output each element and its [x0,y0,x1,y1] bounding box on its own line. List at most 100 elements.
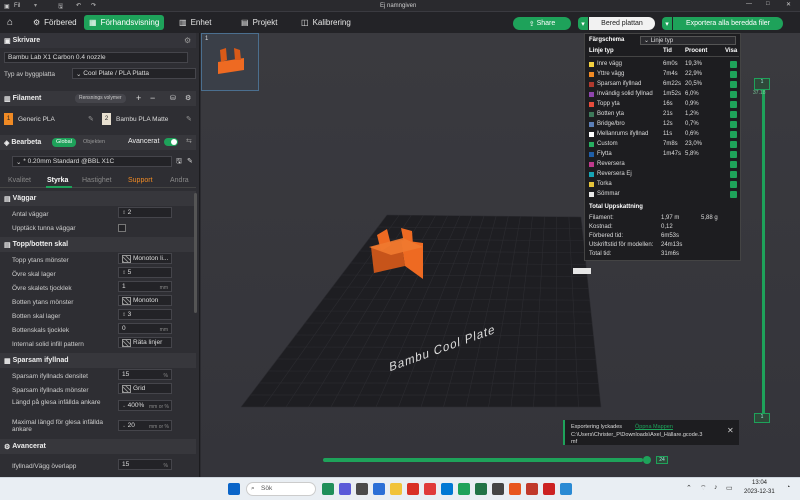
tab-strength[interactable]: Styrka [47,177,68,184]
remove-filament-icon[interactable]: − [150,93,155,103]
save-icon[interactable]: 🖫 [58,2,63,12]
top-pattern-select[interactable]: Monoton li... [118,253,172,264]
printer-select[interactable]: Bambu Lab X1 Carbon 0.4 nozzle [4,52,188,63]
tab-quality[interactable]: Kvalitet [8,177,31,184]
visible-checkbox[interactable] [730,191,737,198]
overlap-input[interactable]: 15% [118,459,172,470]
visible-checkbox[interactable] [730,111,737,118]
wall-count-input[interactable]: ⇕ 2 [118,207,172,218]
filament-slot-2[interactable]: 2 Bambu PLA Matte ✎ [102,113,196,126]
export-all-button[interactable]: Exportera alla beredda filer [673,17,783,30]
home-button[interactable]: ⌂ [2,15,18,30]
filament-color-swatch[interactable]: 1 [4,113,13,125]
pdf-icon[interactable] [543,483,555,495]
tab-support[interactable]: Support [128,177,153,184]
layer-slider-bottom-handle[interactable]: 1 [754,413,770,423]
teams-icon[interactable] [339,483,351,495]
edge-icon[interactable] [560,483,572,495]
minimize-icon[interactable]: — [746,1,752,7]
app-icon[interactable] [373,483,385,495]
color-scheme-select[interactable]: ⌄ Linje typ [640,36,736,45]
visible-checkbox[interactable] [730,61,737,68]
close-icon[interactable]: ✕ [786,1,791,8]
slice-plate-button[interactable]: Bered plattan [589,17,655,30]
edit-icon[interactable]: ✎ [88,115,94,123]
visible-checkbox[interactable] [730,91,737,98]
app-icon[interactable] [322,483,334,495]
start-icon[interactable] [228,483,240,495]
sidebar-scrollbar[interactable] [194,193,197,313]
printer-settings-icon[interactable]: ⚙ [184,36,191,45]
visible-checkbox[interactable] [730,181,737,188]
app-icon[interactable] [407,483,419,495]
file-menu[interactable]: Fil [14,3,20,9]
undo-icon[interactable]: ↶ [76,2,81,9]
mail-icon[interactable] [441,483,453,495]
visible-checkbox[interactable] [730,171,737,178]
objects-toggle[interactable]: Objekten [80,138,108,147]
open-folder-link[interactable]: Öppna Mappen [635,424,673,430]
visible-checkbox[interactable] [730,101,737,108]
excel-icon[interactable] [475,483,487,495]
move-slider-handle[interactable] [643,456,651,464]
visible-checkbox[interactable] [730,161,737,168]
tray-chevron-icon[interactable]: ⌃ [686,484,692,492]
sync-filament-icon[interactable]: ⛁ [170,94,176,102]
internal-pattern-select[interactable]: Räta linjer [118,337,172,348]
infill-anchor-input[interactable]: ⌄ 400% mm or % [118,400,172,411]
explorer-icon[interactable] [390,483,402,495]
infill-pattern-select[interactable]: Grid [118,383,172,394]
infill-density-input[interactable]: 15% [118,369,172,380]
bottom-thickness-input[interactable]: 0 mm [118,323,172,334]
advanced-toggle[interactable] [164,138,178,146]
layer-slider-top-handle[interactable]: 1 [754,78,770,90]
move-slider-track[interactable] [323,458,643,462]
infill-max-anchor-input[interactable]: ⌄ 20 mm or % [118,420,172,431]
process-profile-select[interactable]: ⌄ * 0.20mm Standard @BBL X1C [12,156,172,167]
tab-others[interactable]: Andra [170,177,189,184]
top-layers-input[interactable]: ⇕ 5 [118,267,172,278]
visible-checkbox[interactable] [730,151,737,158]
notification-icon[interactable]: ◔ [786,484,790,491]
add-filament-icon[interactable]: + [136,93,141,103]
compare-icon[interactable]: ⇆ [186,137,192,145]
slice-dropdown[interactable]: ▾ [578,17,588,30]
volume-icon[interactable]: ♪ [714,484,718,491]
close-notification-icon[interactable]: ✕ [727,426,734,435]
top-thickness-input[interactable]: 1 mm [118,281,172,292]
tab-calibration[interactable]: ◫ Kalibrering [296,15,356,30]
export-dropdown[interactable]: ▾ [662,17,672,30]
tab-prepare[interactable]: ⚙ Förbered [28,15,82,30]
visible-checkbox[interactable] [730,141,737,148]
layer-slider-track[interactable] [762,81,765,421]
app-icon[interactable] [509,483,521,495]
bottom-pattern-select[interactable]: Monoton [118,295,172,306]
battery-icon[interactable]: ▭ [726,484,733,492]
tab-preview[interactable]: ▦ Förhandsvisning [84,15,165,30]
printer-section-header[interactable]: ▣ Skrivare [0,33,196,48]
plate-type-select[interactable]: ⌄ Cool Plate / PLA Platta [72,68,196,79]
redo-icon[interactable]: ↷ [91,2,96,9]
tab-project[interactable]: ▤ Projekt [236,15,282,30]
filament-slot-1[interactable]: 1 Generic PLA ✎ [4,113,98,126]
share-button[interactable]: ⇪ Share [513,17,571,30]
flush-volumes-button[interactable]: Rensnings volymer [75,94,126,103]
tab-device[interactable]: ▥ Enhet [174,15,216,30]
clock-time[interactable]: 13:04 [752,480,767,486]
filament-color-swatch[interactable]: 2 [102,113,111,125]
pdf-icon[interactable] [526,483,538,495]
tab-speed[interactable]: Hastighet [82,177,112,184]
edit-profile-icon[interactable]: ✎ [187,157,193,165]
app-icon[interactable] [492,483,504,495]
clock-date[interactable]: 2023-12-31 [744,489,775,495]
edit-icon[interactable]: ✎ [186,115,192,123]
opera-icon[interactable] [424,483,436,495]
filament-settings-icon[interactable]: ⚙ [185,94,191,102]
network-icon[interactable]: ⌔ [700,484,707,493]
visible-checkbox[interactable] [730,71,737,78]
taskbar-search[interactable]: ⌕ Sök [246,482,316,496]
maximize-icon[interactable]: □ [766,1,770,7]
bottom-layers-input[interactable]: ⇕ 3 [118,309,172,320]
visible-checkbox[interactable] [730,81,737,88]
detect-thin-checkbox[interactable] [118,224,126,232]
